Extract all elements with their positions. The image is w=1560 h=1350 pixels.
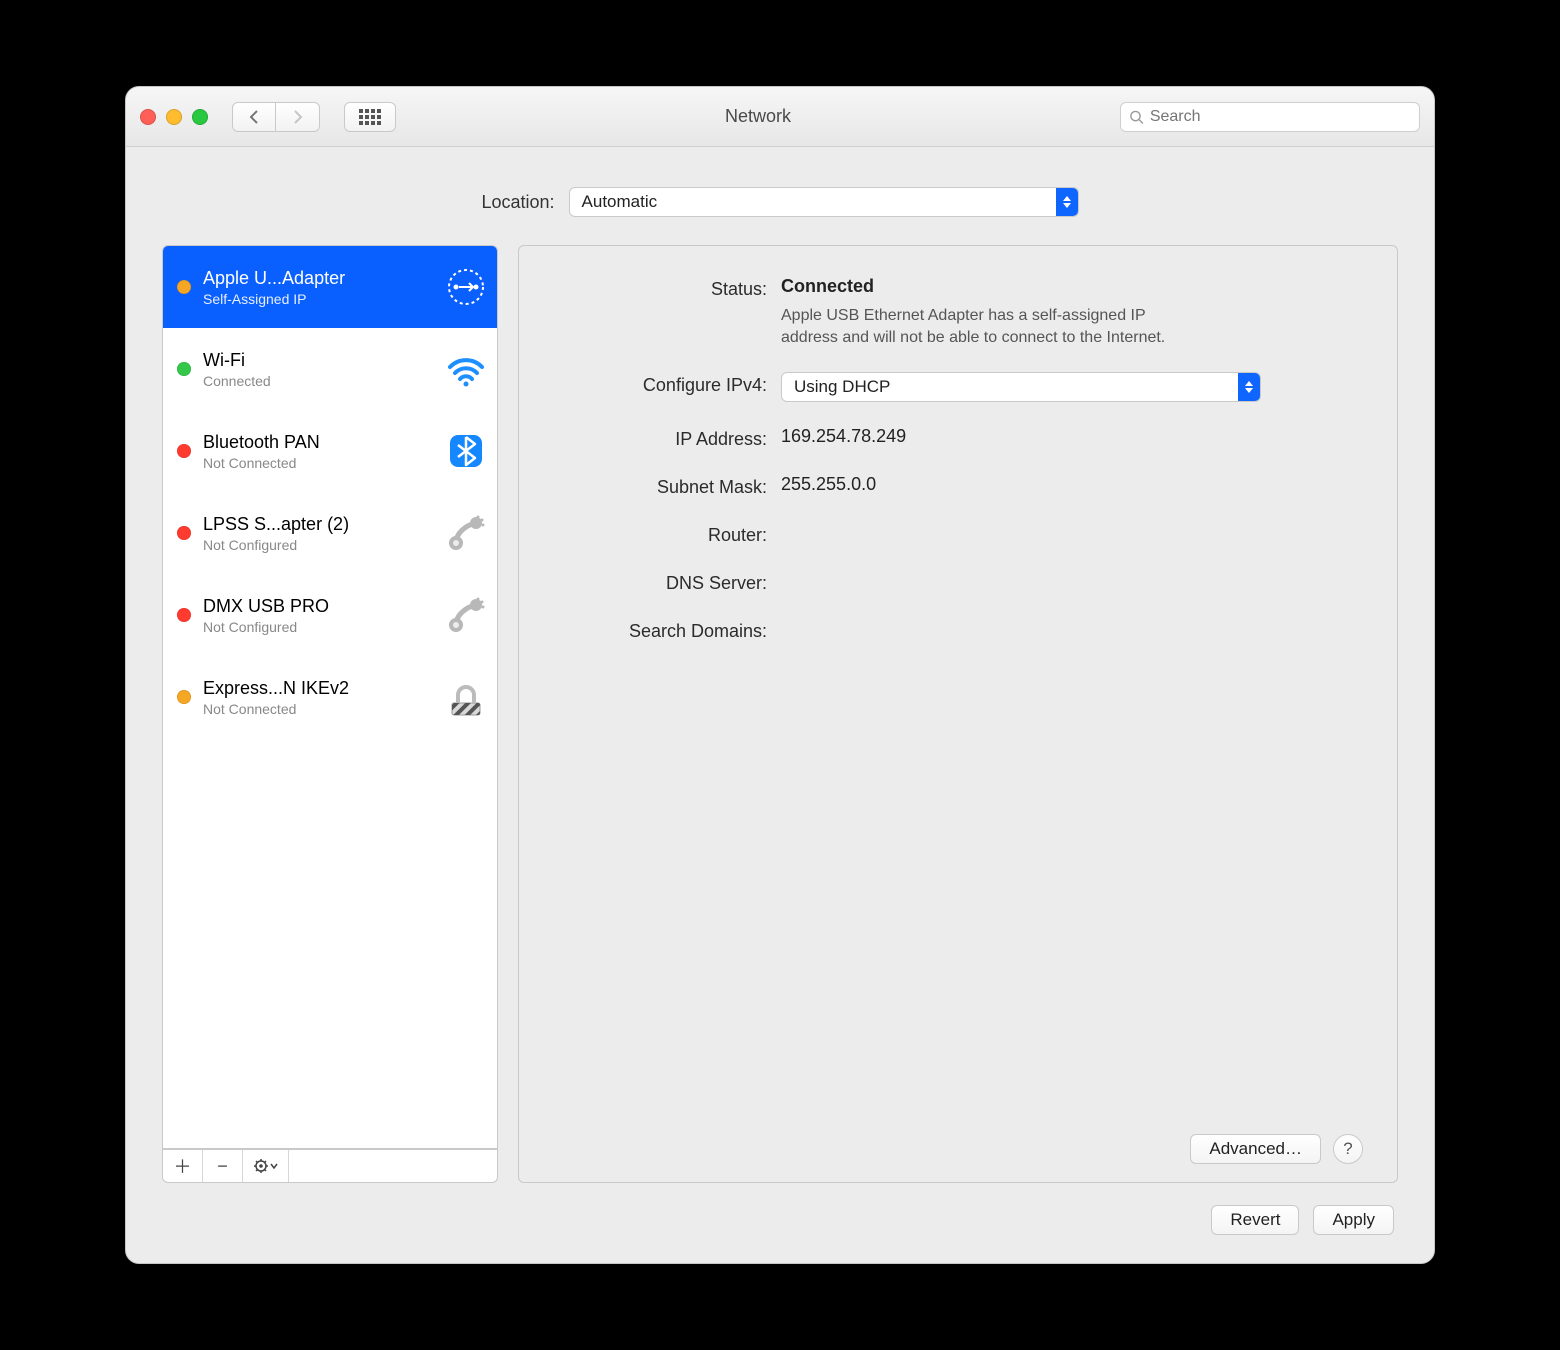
- search-icon: [1129, 109, 1144, 125]
- service-row-2[interactable]: Bluetooth PAN Not Connected: [163, 410, 497, 492]
- status-value: Connected: [781, 276, 1363, 297]
- location-row: Location: Automatic: [162, 187, 1398, 217]
- service-name: Wi-Fi: [203, 350, 433, 371]
- detail-fields: Status: Connected Apple USB Ethernet Ada…: [547, 276, 1363, 642]
- titlebar: Network: [126, 87, 1434, 147]
- back-button[interactable]: [232, 102, 276, 132]
- service-name: LPSS S...apter (2): [203, 514, 433, 535]
- location-value: Automatic: [582, 192, 658, 212]
- apply-button[interactable]: Apply: [1313, 1205, 1394, 1235]
- dns-server-label: DNS Server:: [547, 570, 767, 594]
- location-label: Location:: [481, 192, 554, 213]
- remove-service-button[interactable]: −: [203, 1150, 243, 1182]
- show-all-button[interactable]: [344, 102, 396, 132]
- chevron-updown-icon: [1238, 373, 1260, 401]
- status-dot: [177, 690, 191, 704]
- minimize-window-button[interactable]: [166, 109, 182, 125]
- status-dot: [177, 608, 191, 622]
- service-status: Not Connected: [203, 701, 433, 717]
- status-dot: [177, 444, 191, 458]
- service-status: Not Connected: [203, 455, 433, 471]
- subnet-mask-value: 255.255.0.0: [781, 474, 1363, 495]
- window-controls: [140, 109, 208, 125]
- service-row-4[interactable]: DMX USB PRO Not Configured: [163, 574, 497, 656]
- service-row-5[interactable]: Express...N IKEv2 Not Connected: [163, 656, 497, 738]
- service-status: Not Configured: [203, 619, 433, 635]
- service-row-1[interactable]: Wi-Fi Connected: [163, 328, 497, 410]
- add-service-button[interactable]: ＋: [163, 1150, 203, 1182]
- service-text: DMX USB PRO Not Configured: [203, 596, 433, 635]
- search-domains-label: Search Domains:: [547, 618, 767, 642]
- bluetooth-icon: [445, 430, 487, 472]
- configure-ipv4-label: Configure IPv4:: [547, 372, 767, 396]
- location-popup[interactable]: Automatic: [569, 187, 1079, 217]
- services-panel: Apple U...Adapter Self-Assigned IP Wi-Fi…: [162, 245, 498, 1183]
- advanced-row: Advanced… ?: [547, 1126, 1363, 1164]
- gear-icon: [253, 1158, 279, 1174]
- advanced-button[interactable]: Advanced…: [1190, 1134, 1321, 1164]
- service-name: Apple U...Adapter: [203, 268, 433, 289]
- service-text: Apple U...Adapter Self-Assigned IP: [203, 268, 433, 307]
- services-list[interactable]: Apple U...Adapter Self-Assigned IP Wi-Fi…: [162, 245, 498, 1149]
- service-row-3[interactable]: LPSS S...apter (2) Not Configured: [163, 492, 497, 574]
- search-field[interactable]: [1120, 102, 1420, 132]
- service-name: Express...N IKEv2: [203, 678, 433, 699]
- vpn-icon: [445, 676, 487, 718]
- close-window-button[interactable]: [140, 109, 156, 125]
- services-list-buttons: ＋ −: [162, 1149, 498, 1183]
- zoom-window-button[interactable]: [192, 109, 208, 125]
- ip-address-value: 169.254.78.249: [781, 426, 1363, 447]
- spacer: [289, 1150, 497, 1182]
- footer-buttons: Revert Apply: [162, 1183, 1398, 1235]
- status-dot: [177, 280, 191, 294]
- service-row-0[interactable]: Apple U...Adapter Self-Assigned IP: [163, 246, 497, 328]
- service-name: DMX USB PRO: [203, 596, 433, 617]
- service-detail: Status: Connected Apple USB Ethernet Ada…: [518, 245, 1398, 1183]
- status-label: Status:: [547, 276, 767, 300]
- window-title: Network: [410, 106, 1106, 127]
- body: Apple U...Adapter Self-Assigned IP Wi-Fi…: [162, 245, 1398, 1183]
- network-preferences-window: Network Location: Automatic Apple U...Ad…: [125, 86, 1435, 1264]
- search-input[interactable]: [1150, 108, 1411, 126]
- service-actions-menu[interactable]: [243, 1150, 289, 1182]
- serial-icon: [445, 594, 487, 636]
- forward-button[interactable]: [276, 102, 320, 132]
- service-status: Connected: [203, 373, 433, 389]
- serial-icon: [445, 512, 487, 554]
- service-status: Self-Assigned IP: [203, 291, 433, 307]
- service-text: LPSS S...apter (2) Not Configured: [203, 514, 433, 553]
- chevron-updown-icon: [1056, 188, 1078, 216]
- service-text: Express...N IKEv2 Not Connected: [203, 678, 433, 717]
- subnet-mask-label: Subnet Mask:: [547, 474, 767, 498]
- nav-back-forward: [232, 102, 320, 132]
- router-label: Router:: [547, 522, 767, 546]
- ip-address-label: IP Address:: [547, 426, 767, 450]
- status-dot: [177, 526, 191, 540]
- service-text: Bluetooth PAN Not Connected: [203, 432, 433, 471]
- grid-icon: [359, 109, 381, 125]
- configure-ipv4-value: Using DHCP: [794, 377, 890, 397]
- status-description: Apple USB Ethernet Adapter has a self-as…: [781, 305, 1201, 348]
- revert-button[interactable]: Revert: [1211, 1205, 1299, 1235]
- status-dot: [177, 362, 191, 376]
- content-area: Location: Automatic Apple U...Adapter Se…: [126, 147, 1434, 1263]
- service-status: Not Configured: [203, 537, 433, 553]
- help-button[interactable]: ?: [1333, 1134, 1363, 1164]
- configure-ipv4-popup[interactable]: Using DHCP: [781, 372, 1261, 402]
- wifi-icon: [445, 348, 487, 390]
- service-name: Bluetooth PAN: [203, 432, 433, 453]
- service-text: Wi-Fi Connected: [203, 350, 433, 389]
- ethernet-icon: [445, 266, 487, 308]
